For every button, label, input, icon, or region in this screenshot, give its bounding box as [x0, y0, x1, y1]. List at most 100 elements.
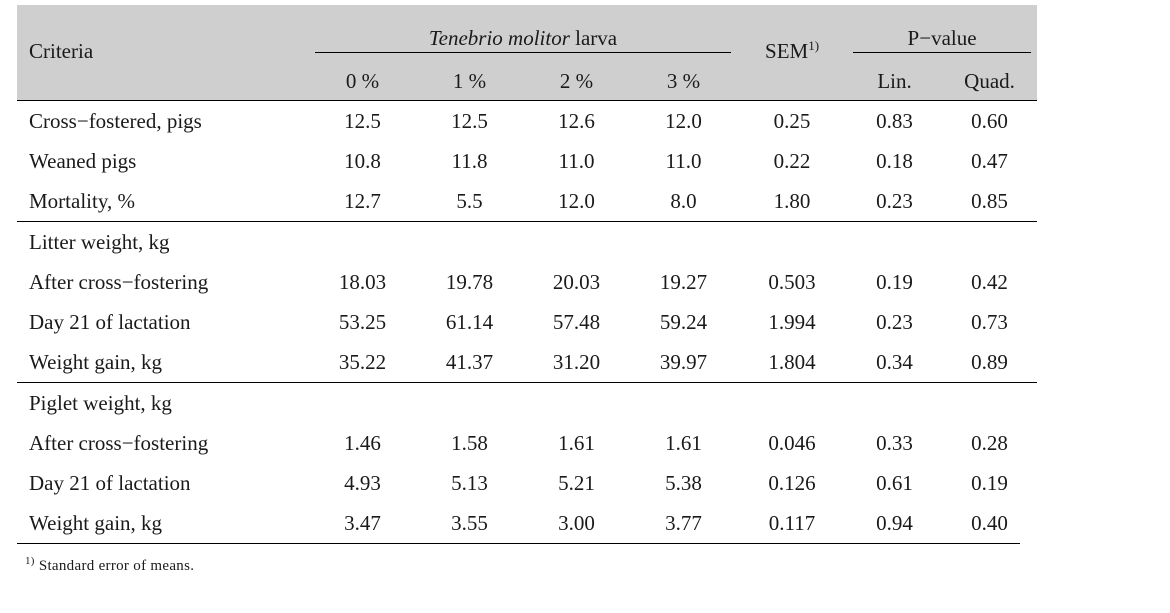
column-header-sem: SEM1)	[737, 5, 848, 101]
cell-dose-0: 12.7	[344, 188, 381, 213]
column-header-quad: Quad.	[942, 53, 1038, 101]
cell-quad: 0.85	[971, 188, 1008, 213]
cell-dose-1: 12.5	[416, 100, 523, 141]
cell-dose-3: 1.61	[665, 430, 702, 455]
cell-dose-2: 1.61	[558, 430, 595, 455]
cell-dose-2: 57.48	[552, 309, 601, 334]
cell-dose-3: 11.0	[665, 148, 702, 173]
cell-sem: 0.126	[768, 470, 816, 495]
table-bottom-rule	[17, 543, 1020, 544]
row-criteria-label: Weaned pigs	[29, 148, 137, 173]
criteria-label: Criteria	[29, 39, 94, 63]
table-row: Weight gain, kg 35.22 41.37 31.20 39.97 1.804…	[17, 342, 1037, 383]
cell-lin: 0.33	[876, 430, 913, 455]
cell-dose-0	[309, 382, 416, 423]
cell-dose-2: 3.00	[558, 510, 595, 535]
cell-dose-0: 12.5	[309, 100, 416, 141]
cell-quad: 0.40	[971, 510, 1008, 535]
tenebrio-rest-label: larva	[569, 26, 618, 50]
cell-sem: 0.046	[768, 430, 816, 455]
cell-dose-1: 61.14	[445, 309, 494, 334]
cell-quad: 0.28	[971, 430, 1008, 455]
table-header: Criteria Tenebrio molitor larva SEM1) P−…	[17, 5, 1038, 101]
cell-quad: 0.19	[971, 470, 1008, 495]
table-row: Day 21 of lactation 4.93 5.13 5.21 5.38 0.126…	[17, 463, 1037, 503]
row-criteria-label: After cross−fostering	[29, 430, 209, 455]
cell-dose-0: 53.25	[338, 309, 387, 334]
cell-quad: 0.89	[971, 349, 1008, 374]
cell-dose-2: 11.0	[558, 148, 595, 173]
cell-dose-1	[416, 221, 523, 262]
cell-lin: 0.61	[876, 470, 913, 495]
row-criteria-label: Piglet weight, kg	[17, 382, 309, 423]
cell-dose-3: 3.77	[665, 510, 702, 535]
table-row: After cross−fostering 1.46 1.58 1.61 1.61 0.0…	[17, 423, 1037, 463]
cell-lin: 0.34	[876, 349, 913, 374]
group-rule-tenebrio	[315, 52, 732, 53]
cell-quad: 0.42	[971, 269, 1008, 294]
cell-dose-1: 19.78	[445, 269, 494, 294]
cell-dose-3: 5.38	[665, 470, 702, 495]
table-footnote: 1) Standard error of means.	[25, 555, 1170, 575]
cell-lin	[847, 221, 943, 262]
row-criteria-label: Cross−fostered, pigs	[17, 100, 309, 141]
row-criteria-label: Weight gain, kg	[29, 349, 163, 374]
cell-sem: 1.80	[773, 188, 811, 213]
cell-quad: 0.60	[942, 100, 1038, 141]
table-row: Litter weight, kg	[17, 221, 1038, 262]
cell-dose-2: 20.03	[552, 269, 601, 294]
cell-sem: 0.25	[737, 100, 848, 141]
table-row: Weight gain, kg 3.47 3.55 3.00 3.77 0.117 0.94…	[17, 503, 1037, 543]
row-criteria-label: After cross−fostering	[29, 269, 209, 294]
table-row: Weaned pigs 10.8 11.8 11.0 11.0 0.22 0.18 0.47	[17, 141, 1037, 181]
table-row: Day 21 of lactation 53.25 61.14 57.48 59.24 1…	[17, 302, 1037, 342]
column-header-dose-2: 2 %	[523, 53, 630, 101]
pvalue-label: P−value	[907, 26, 977, 50]
column-group-header-pvalue: P−value	[847, 5, 1038, 53]
cell-dose-3: 39.97	[659, 349, 708, 374]
cell-dose-1: 1.58	[451, 430, 488, 455]
cell-dose-3	[630, 221, 738, 262]
cell-dose-1	[416, 382, 523, 423]
cell-quad: 0.47	[971, 148, 1008, 173]
cell-dose-3: 59.24	[659, 309, 708, 334]
sem-label: SEM	[765, 39, 809, 63]
cell-dose-2: 12.6	[523, 100, 630, 141]
table-row: After cross−fostering 18.03 19.78 20.03 19.2…	[17, 262, 1037, 302]
results-table: Criteria Tenebrio molitor larva SEM1) P−…	[17, 5, 1038, 543]
cell-lin	[847, 382, 943, 423]
row-criteria-label: Weight gain, kg	[29, 510, 163, 535]
cell-lin: 0.23	[876, 188, 913, 213]
cell-dose-0: 1.46	[344, 430, 381, 455]
row-criteria-label: Litter weight, kg	[17, 221, 309, 262]
column-header-dose-3: 3 %	[630, 53, 738, 101]
cell-lin: 0.18	[876, 148, 913, 173]
cell-sem	[737, 221, 848, 262]
cell-dose-0: 10.8	[344, 148, 381, 173]
cell-dose-0: 4.93	[344, 470, 381, 495]
cell-lin: 0.19	[876, 269, 913, 294]
column-header-dose-0: 0 %	[309, 53, 416, 101]
cell-dose-3: 19.27	[659, 269, 708, 294]
table-row: Cross−fostered, pigs 12.5 12.5 12.6 12.0 0.25…	[17, 100, 1038, 141]
cell-dose-1: 3.55	[451, 510, 488, 535]
cell-dose-0: 35.22	[338, 349, 387, 374]
cell-sem: 0.22	[773, 148, 811, 173]
tenebrio-italic-label: Tenebrio molitor	[428, 26, 570, 50]
cell-dose-1: 5.5	[456, 188, 483, 213]
footnote-marker: 1)	[25, 555, 35, 567]
group-rule-pvalue	[853, 52, 1032, 53]
cell-sem: 1.994	[768, 309, 816, 334]
row-criteria-label: Day 21 of lactation	[29, 470, 191, 495]
cell-dose-3	[630, 382, 738, 423]
cell-quad	[942, 382, 1038, 423]
column-header-lin: Lin.	[847, 53, 943, 101]
header-row-top: Criteria Tenebrio molitor larva SEM1) P−…	[17, 5, 1038, 101]
table-row: Mortality, % 12.7 5.5 12.0 8.0 1.80 0.23 0.85	[17, 181, 1037, 222]
cell-dose-0: 18.03	[338, 269, 387, 294]
cell-quad	[942, 221, 1038, 262]
cell-dose-3: 8.0	[670, 188, 697, 213]
cell-dose-1: 41.37	[445, 349, 494, 374]
cell-dose-2	[523, 382, 630, 423]
cell-lin: 0.94	[876, 510, 913, 535]
